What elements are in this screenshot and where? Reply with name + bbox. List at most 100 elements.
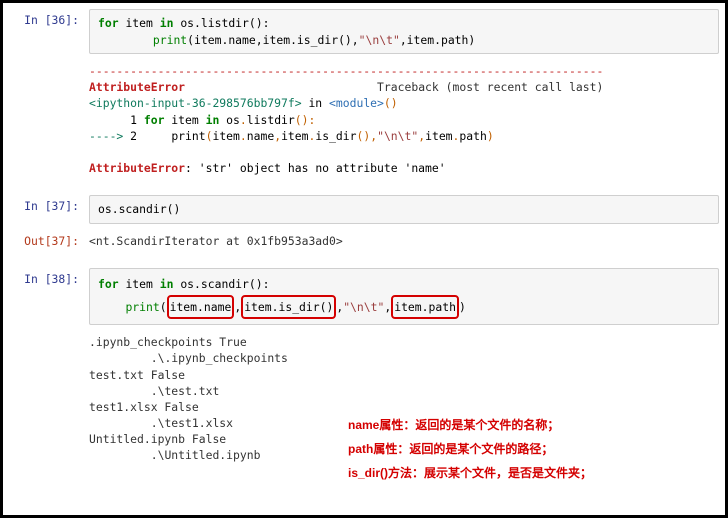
keyword-for: for xyxy=(98,16,119,30)
indent xyxy=(98,33,153,47)
dot2: . xyxy=(290,33,297,47)
tb-in-kw: in xyxy=(206,113,220,127)
tb-str: "\n\t" xyxy=(377,129,418,143)
prompt-empty-36out xyxy=(3,60,89,64)
keyword-in: in xyxy=(160,16,174,30)
output-37: <nt.ScandirIterator at 0x1fb953a3ad0> xyxy=(89,230,719,252)
tb-fn: listdir xyxy=(247,113,295,127)
str-literal: "\n\t" xyxy=(359,33,400,47)
prompt-in-38: In [38]: xyxy=(3,268,89,286)
mod-os-37: os xyxy=(98,202,112,216)
error-msg: : 'str' object has no attribute 'name' xyxy=(185,161,446,175)
prompt-empty-38out xyxy=(3,331,89,335)
tb-colon: : xyxy=(309,113,316,127)
arg-item3: item xyxy=(407,33,434,47)
annotation-name: name属性：返回的是某个文件的名称； xyxy=(348,413,592,437)
tb-for: for xyxy=(144,113,165,127)
dot-37: . xyxy=(112,202,119,216)
tb-line2-num: 2 xyxy=(130,129,137,143)
traceback-location: <ipython-input-36-298576bb797f> xyxy=(89,96,302,110)
annotation-box: name属性：返回的是某个文件的名称； path属性：返回的是某个文件的路径； … xyxy=(348,413,592,485)
parens-37: () xyxy=(167,202,181,216)
tb-print: print xyxy=(171,129,205,143)
highlight-item-path: item.path xyxy=(391,295,459,320)
dot-38: . xyxy=(194,277,201,291)
error-name-header: AttributeError xyxy=(89,80,185,94)
cell-38: In [38]: for item in os.scandir(): print… xyxy=(3,262,725,325)
fn-scandir-37: scandir xyxy=(119,202,167,216)
cell-37-output: Out[37]: <nt.ScandirIterator at 0x1fb953… xyxy=(3,224,725,252)
cell-36-output: ----------------------------------------… xyxy=(3,54,725,179)
tb-sp1: item xyxy=(164,113,205,127)
colon-38: : xyxy=(263,277,270,291)
traceback-separator: ----------------------------------------… xyxy=(89,64,603,78)
var-item: item xyxy=(125,16,152,30)
tb-pp: () xyxy=(295,113,309,127)
annotation-isdir: is_dir()方法：展示某个文件，是否是文件夹； xyxy=(348,461,592,485)
highlight-item-isdir: item.is_dir() xyxy=(241,295,336,320)
prompt-out-37: Out[37]: xyxy=(3,230,89,248)
tb-in: in xyxy=(302,96,329,110)
fn-scandir-38: scandir xyxy=(201,277,249,291)
tb-sp2: os xyxy=(219,113,240,127)
parens: () xyxy=(249,16,263,30)
traceback-header: Traceback (most recent call last) xyxy=(377,80,603,94)
parens-38: () xyxy=(249,277,263,291)
tb-item2: item xyxy=(281,129,308,143)
code-input-37[interactable]: os.scandir() xyxy=(89,195,719,224)
paren-open-38: ( xyxy=(160,300,167,314)
attr-name: name xyxy=(228,33,255,47)
code-input-38[interactable]: for item in os.scandir(): print(item.nam… xyxy=(89,268,719,325)
tb-p2: () xyxy=(357,129,371,143)
annotation-path: path属性：返回的是某个文件的路径； xyxy=(348,437,592,461)
attr-path: path xyxy=(441,33,468,47)
traceback-module: <module> xyxy=(329,96,384,110)
tb-dot: . xyxy=(240,113,247,127)
keyword-for-38: for xyxy=(98,277,119,291)
paren-close-38: ) xyxy=(459,300,466,314)
str-literal-38: "\n\t" xyxy=(343,300,384,314)
tb-pc: ) xyxy=(487,129,494,143)
colon: : xyxy=(263,16,270,30)
cell-37: In [37]: os.scandir() xyxy=(3,189,725,224)
comma3: , xyxy=(400,33,407,47)
paren-close: ) xyxy=(468,33,475,47)
attr-isdir: is_dir xyxy=(297,33,338,47)
dot: . xyxy=(194,16,201,30)
tb-item1: item xyxy=(212,129,239,143)
dot3: . xyxy=(434,33,441,47)
tb-d1: . xyxy=(240,129,247,143)
arg-item1: item xyxy=(194,33,221,47)
traceback-parens: () xyxy=(384,96,398,110)
indent-38 xyxy=(98,300,125,314)
traceback-arrow: ----> xyxy=(89,129,130,143)
comma1: , xyxy=(256,33,263,47)
prompt-in-36: In [36]: xyxy=(3,9,89,27)
paren-open: ( xyxy=(187,33,194,47)
spacer xyxy=(185,80,377,94)
fn-print: print xyxy=(153,33,187,47)
keyword-in-38: in xyxy=(160,277,174,291)
tb-f2: is_dir xyxy=(315,129,356,143)
arg-item2: item xyxy=(263,33,290,47)
comma1-38: , xyxy=(234,300,241,314)
tb-item3: item xyxy=(425,129,452,143)
isdir-parens: () xyxy=(338,33,352,47)
fn-listdir: listdir xyxy=(201,16,249,30)
highlight-item-name: item.name xyxy=(167,295,235,320)
comma3-38: , xyxy=(384,300,391,314)
comma2: , xyxy=(352,33,359,47)
error-name-final: AttributeError xyxy=(89,161,185,175)
traceback-36: ----------------------------------------… xyxy=(89,60,719,179)
mod-os-38: os xyxy=(180,277,194,291)
fn-print-38: print xyxy=(125,300,159,314)
var-item-38: item xyxy=(125,277,152,291)
tb-line2-pre xyxy=(137,129,171,143)
tb-f3: path xyxy=(459,129,486,143)
tb-line1-num: 1 xyxy=(89,113,144,127)
cell-36: In [36]: for item in os.listdir(): print… xyxy=(3,3,725,54)
prompt-in-37: In [37]: xyxy=(3,195,89,213)
code-input-36[interactable]: for item in os.listdir(): print(item.nam… xyxy=(89,9,719,54)
mod-os: os xyxy=(180,16,194,30)
tb-f1: name xyxy=(247,129,274,143)
